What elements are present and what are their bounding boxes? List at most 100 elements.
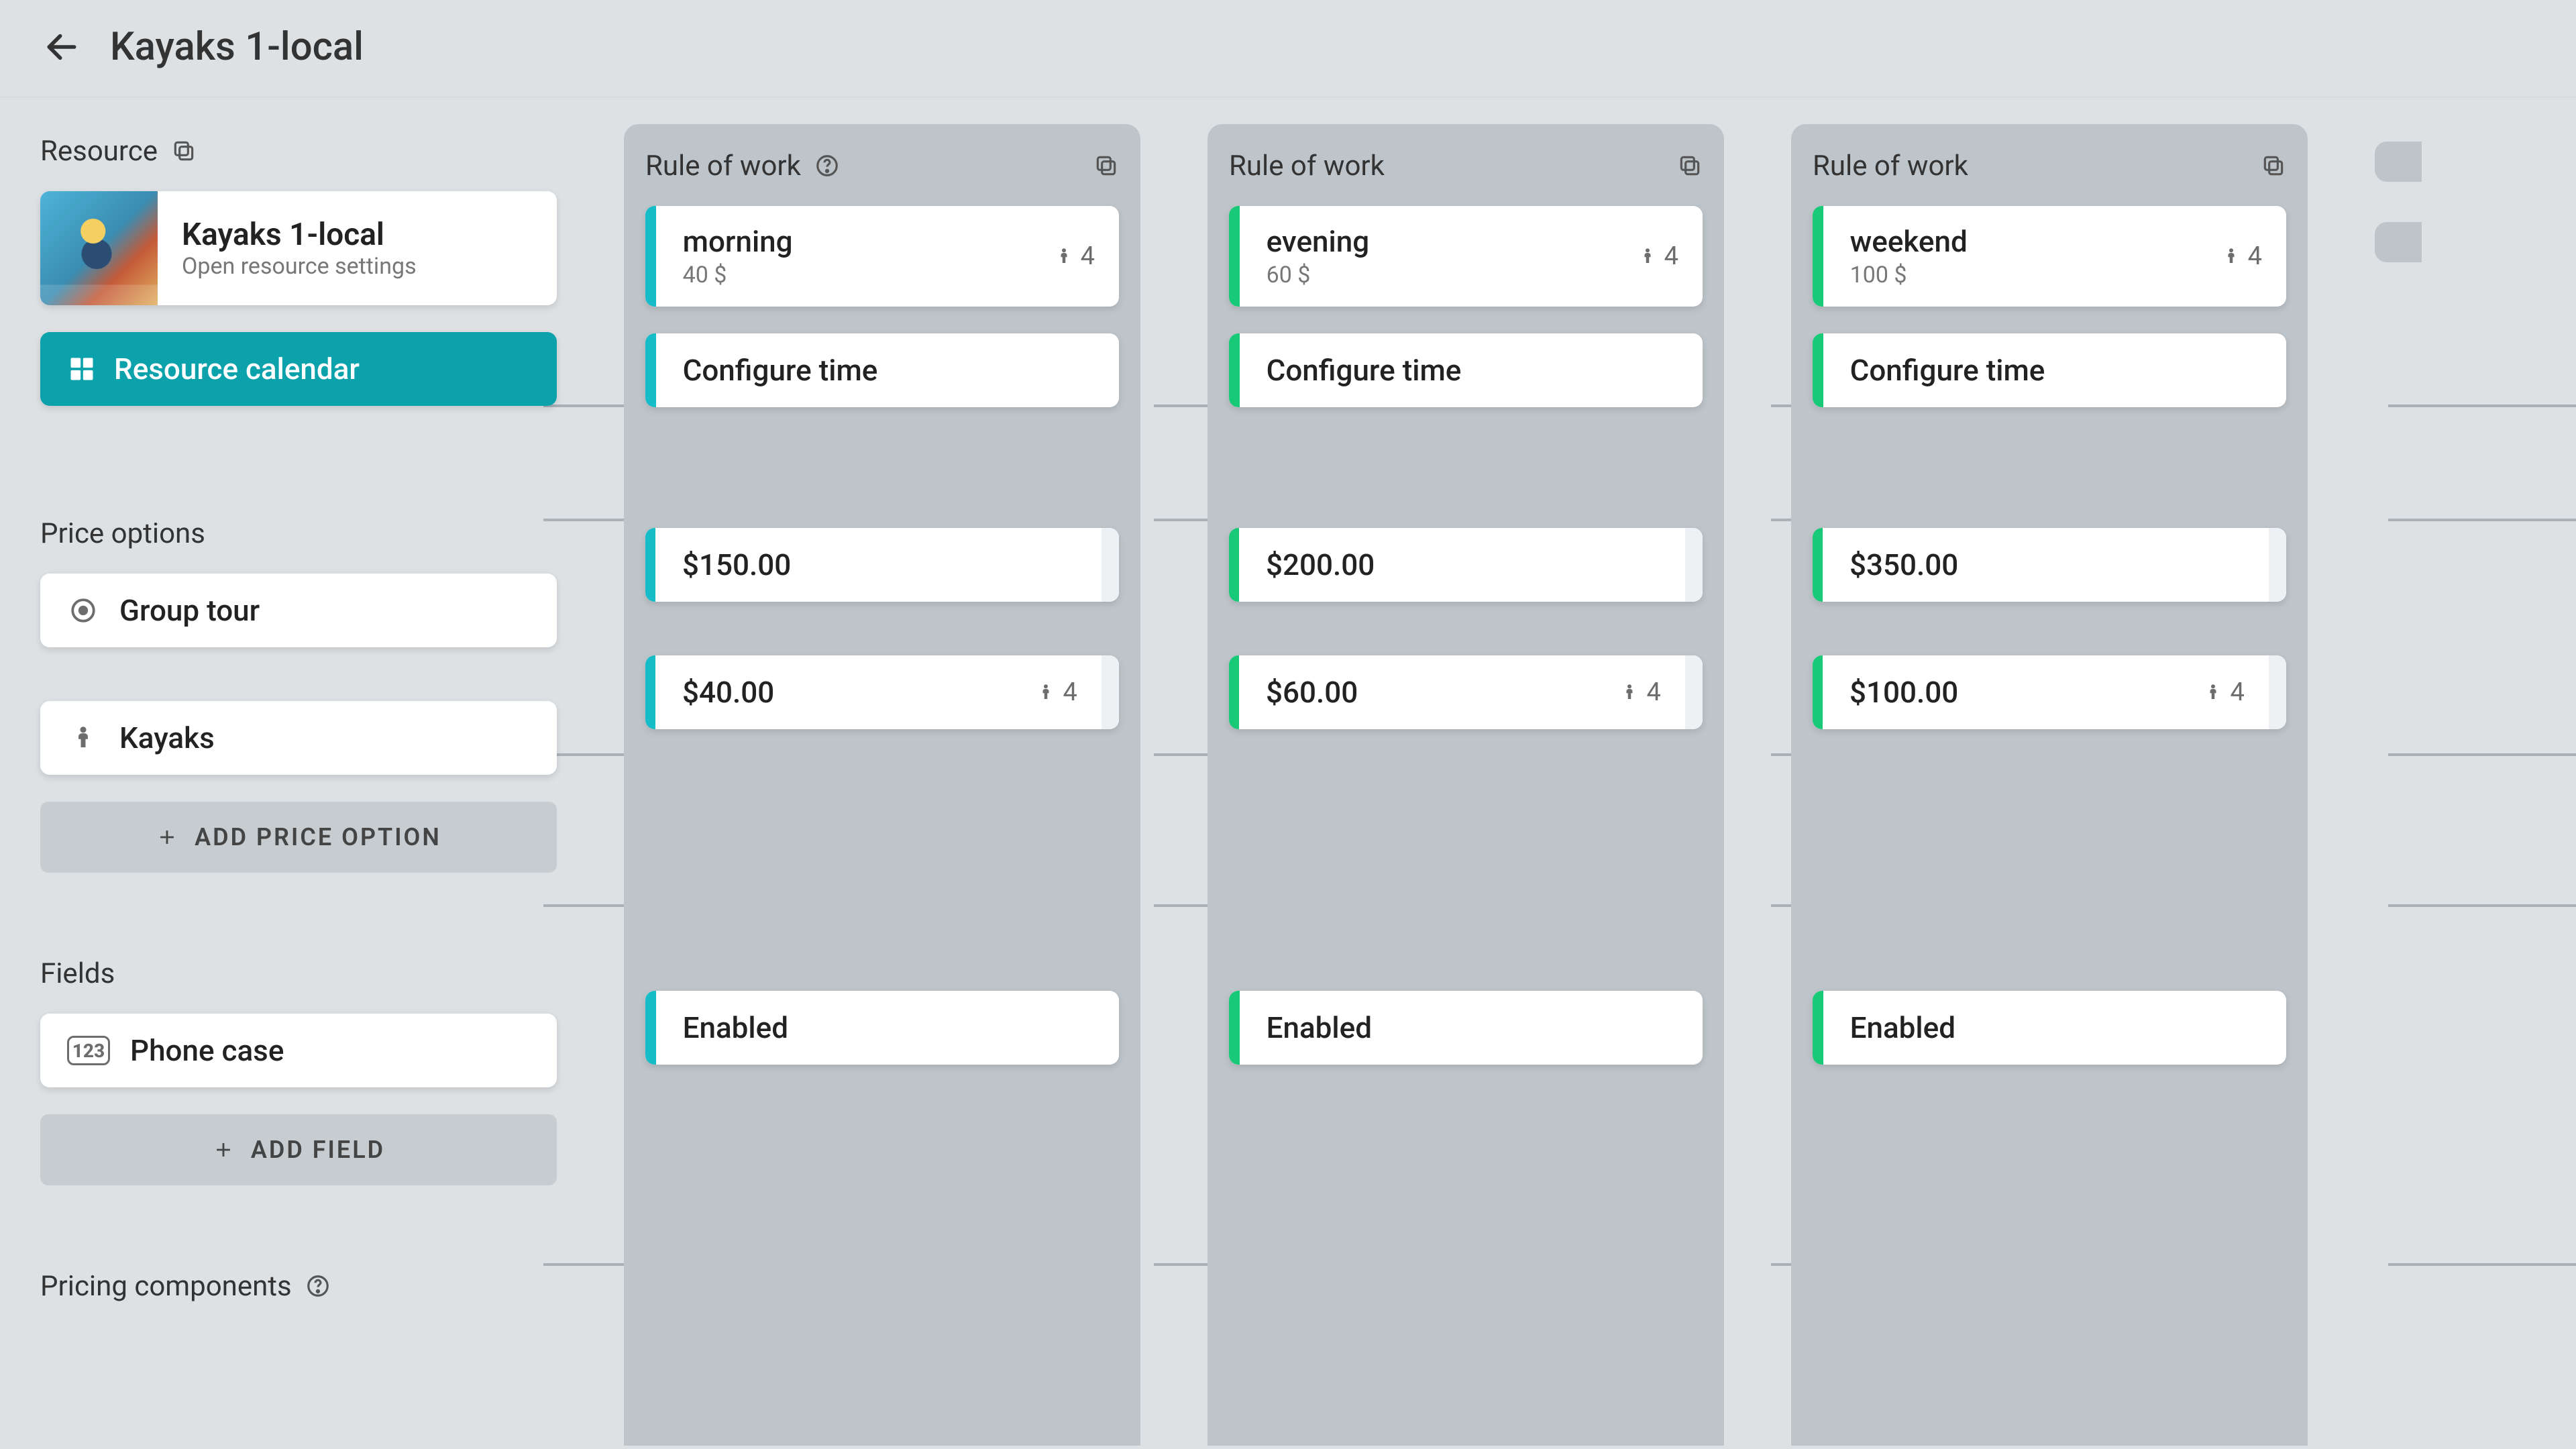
accent-stripe: [1229, 655, 1239, 729]
drag-handle[interactable]: [2269, 528, 2286, 602]
configure-time-button[interactable]: Configure time: [1813, 333, 2286, 407]
rule-name: weekend: [1850, 224, 1968, 259]
field-cell[interactable]: Enabled: [1229, 991, 1703, 1065]
rule-column-0: Rule of work morning 40 $ 4: [624, 124, 1140, 1446]
capacity-value: 4: [1081, 241, 1095, 271]
page-title: Kayaks 1-local: [110, 24, 364, 70]
section-fields: Fields 123 Phone case ADD FIELD: [40, 953, 557, 1185]
section-resource: Resource Kayaks 1-local Open resource se…: [40, 131, 557, 406]
accent-stripe: [1813, 991, 1823, 1065]
configure-time-button[interactable]: Configure time: [1229, 333, 1703, 407]
capacity-badge: 4: [1054, 241, 1095, 271]
rule-rate: 100 $: [1850, 262, 1968, 288]
section-title-pricing-components: Pricing components: [40, 1270, 292, 1303]
capacity-badge: 4: [2221, 241, 2262, 271]
header-bar: Kayaks 1-local: [0, 0, 2576, 97]
price-cell[interactable]: $60.00 4: [1229, 655, 1703, 729]
rule-summary-card[interactable]: weekend 100 $ 4: [1813, 206, 2286, 307]
capacity-value: 4: [1063, 678, 1077, 707]
price-cell[interactable]: $200.00: [1229, 528, 1703, 602]
drag-handle[interactable]: [2269, 655, 2286, 729]
help-icon[interactable]: [305, 1273, 331, 1299]
add-price-option-label: ADD PRICE OPTION: [195, 823, 441, 851]
rule-header-title: Rule of work: [1229, 150, 1385, 182]
price-value: $200.00: [1266, 547, 1375, 582]
resource-card[interactable]: Kayaks 1-local Open resource settings: [40, 191, 557, 305]
number-icon: 123: [67, 1036, 110, 1065]
add-price-option-button[interactable]: ADD PRICE OPTION: [40, 802, 557, 873]
rule-header-title: Rule of work: [1813, 150, 1968, 182]
configure-time-label: Configure time: [1267, 353, 1462, 388]
accent-stripe: [1229, 206, 1240, 307]
configure-time-label: Configure time: [1850, 353, 2045, 388]
configure-time-label: Configure time: [683, 353, 878, 388]
field-value: Enabled: [683, 1010, 788, 1045]
accent-stripe: [1813, 655, 1823, 729]
section-pricing-components: Pricing components: [40, 1266, 557, 1306]
accent-stripe: [1229, 991, 1240, 1065]
section-title-resource: Resource: [40, 135, 158, 168]
price-option-kayaks[interactable]: Kayaks: [40, 701, 557, 775]
capacity-value: 4: [1664, 241, 1678, 271]
field-cell[interactable]: Enabled: [1813, 991, 2286, 1065]
capacity-badge: 4: [1036, 678, 1077, 707]
rule-rate: 40 $: [683, 262, 793, 288]
price-value: $100.00: [1849, 675, 1958, 710]
copy-icon[interactable]: [1093, 153, 1119, 178]
price-option-group-tour[interactable]: Group tour: [40, 574, 557, 647]
field-phone-case[interactable]: 123 Phone case: [40, 1014, 557, 1087]
drag-handle[interactable]: [1685, 528, 1703, 602]
resource-name: Kayaks 1-local: [182, 217, 417, 253]
accent-stripe: [645, 206, 656, 307]
field-cell[interactable]: Enabled: [645, 991, 1119, 1065]
board: Resource Kayaks 1-local Open resource se…: [0, 97, 2576, 1446]
section-price-options: Price options Group tour Kayaks: [40, 513, 557, 873]
rule-rate: 60 $: [1267, 262, 1370, 288]
price-cell[interactable]: $350.00: [1813, 528, 2286, 602]
price-cell[interactable]: $150.00: [645, 528, 1119, 602]
accent-stripe: [1813, 333, 1823, 407]
accent-stripe: [1229, 333, 1240, 407]
capacity-badge: 4: [2203, 678, 2244, 707]
rule-column-1: Rule of work evening 60 $ 4 Configure: [1208, 124, 1724, 1446]
add-field-label: ADD FIELD: [251, 1136, 385, 1164]
accent-stripe: [1813, 528, 1823, 602]
resource-calendar-button[interactable]: Resource calendar: [40, 332, 557, 406]
section-title-price: Price options: [40, 517, 205, 550]
accent-stripe: [645, 655, 655, 729]
capacity-badge: 4: [1619, 678, 1660, 707]
section-title-fields: Fields: [40, 957, 115, 990]
drag-handle[interactable]: [1102, 528, 1119, 602]
add-field-button[interactable]: ADD FIELD: [40, 1114, 557, 1185]
rule-summary-card[interactable]: morning 40 $ 4: [645, 206, 1119, 307]
rule-summary-card[interactable]: evening 60 $ 4: [1229, 206, 1703, 307]
accent-stripe: [645, 991, 656, 1065]
drag-handle[interactable]: [1685, 655, 1703, 729]
resource-calendar-label: Resource calendar: [114, 352, 360, 386]
rule-header-title: Rule of work: [645, 150, 801, 182]
resource-thumbnail: [40, 191, 158, 305]
capacity-badge: 4: [1638, 241, 1678, 271]
rule-name: evening: [1267, 224, 1370, 259]
price-option-label: Kayaks: [119, 720, 215, 755]
capacity-value: 4: [2248, 241, 2262, 271]
drag-handle[interactable]: [1102, 655, 1119, 729]
copy-icon[interactable]: [171, 138, 197, 164]
accent-stripe: [645, 528, 655, 602]
configure-time-button[interactable]: Configure time: [645, 333, 1119, 407]
price-cell[interactable]: $100.00 4: [1813, 655, 2286, 729]
copy-icon[interactable]: [1677, 153, 1703, 178]
back-arrow-icon[interactable]: [40, 25, 83, 68]
field-value: Enabled: [1850, 1010, 1955, 1045]
help-icon[interactable]: [814, 153, 840, 178]
price-cell[interactable]: $40.00 4: [645, 655, 1119, 729]
rule-name: morning: [683, 224, 793, 259]
field-label: Phone case: [130, 1033, 284, 1068]
copy-icon[interactable]: [2261, 153, 2286, 178]
rule-column-2: Rule of work weekend 100 $ 4 Configur: [1791, 124, 2308, 1446]
column-stub: [2375, 222, 2422, 262]
resource-subtitle: Open resource settings: [182, 253, 417, 280]
person-icon: [67, 722, 99, 754]
accent-stripe: [1229, 528, 1239, 602]
price-option-label: Group tour: [119, 593, 260, 628]
